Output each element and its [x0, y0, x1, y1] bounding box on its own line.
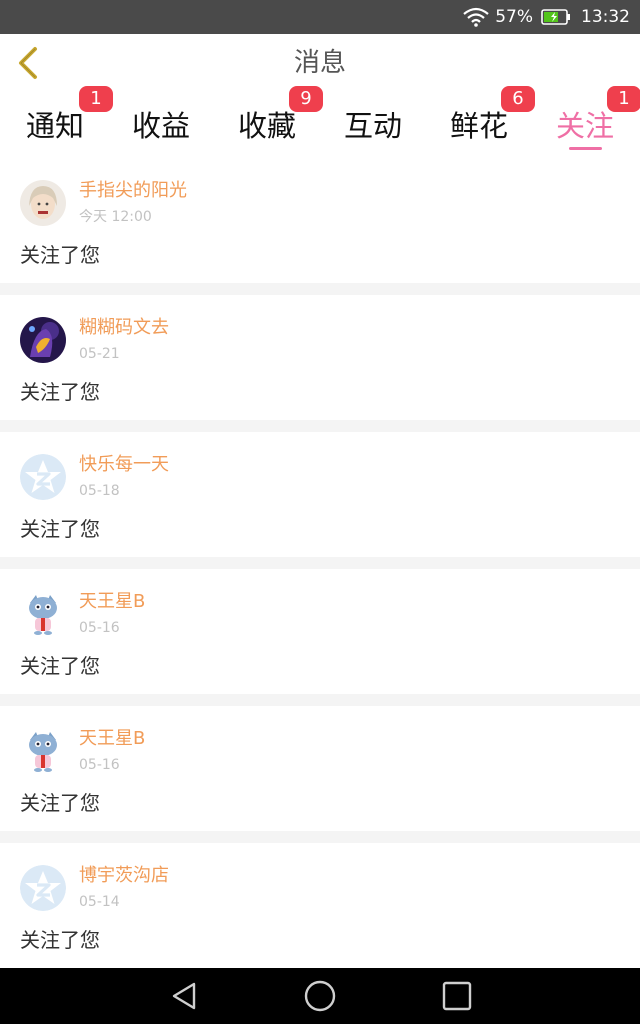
username-link[interactable]: 天王星B [79, 591, 145, 613]
status-time: 13:32 [581, 7, 630, 27]
timestamp: 05-16 [79, 757, 120, 773]
message-text: 关注了您 [20, 380, 100, 404]
back-triangle-icon [172, 982, 196, 1010]
tab-bar: 通知 1 收益 收藏 9 互动 鲜花 6 关注 1 [0, 86, 640, 158]
message-text: 关注了您 [20, 517, 100, 541]
message-text: 关注了您 [20, 791, 100, 815]
system-nav-bar [0, 968, 640, 1024]
tab-interactions[interactable]: 互动 [320, 92, 426, 158]
tab-flowers[interactable]: 鲜花 6 [426, 86, 535, 158]
status-bar: 57% 13:32 [0, 0, 640, 34]
list-item[interactable]: 快乐每一天 05-18 关注了您 [0, 432, 640, 557]
avatar[interactable] [20, 180, 66, 226]
list-item[interactable]: 天王星B 05-16 关注了您 [0, 706, 640, 831]
avatar[interactable] [20, 865, 66, 911]
wifi-icon [463, 7, 489, 27]
unread-badge: 6 [501, 86, 535, 112]
timestamp: 05-21 [79, 346, 120, 362]
list-item[interactable]: 天王星B 05-16 关注了您 [0, 569, 640, 694]
divider [0, 283, 640, 295]
unread-badge: 1 [607, 86, 640, 112]
tab-label: 收藏 [237, 108, 296, 143]
penguin-avatar-icon [20, 591, 66, 637]
list-item[interactable]: 手指尖的阳光 今天 12:00 关注了您 [0, 158, 640, 283]
list-item[interactable]: 糊糊码文去 05-21 关注了您 [0, 295, 640, 420]
tab-label: 鲜花 [449, 108, 508, 143]
message-text: 关注了您 [20, 654, 100, 678]
back-button[interactable] [8, 42, 48, 84]
avatar[interactable] [20, 454, 66, 500]
photo-avatar-icon [20, 180, 66, 226]
tab-label: 收益 [131, 108, 190, 143]
nav-home-button[interactable] [300, 978, 340, 1014]
divider [0, 831, 640, 843]
avatar[interactable] [20, 728, 66, 774]
active-tab-indicator [569, 147, 602, 150]
battery-icon [541, 9, 570, 25]
timestamp: 05-14 [79, 894, 120, 910]
top-bar: 消息 [0, 34, 640, 93]
divider [0, 420, 640, 432]
tab-follows[interactable]: 关注 1 [532, 86, 640, 158]
timestamp: 05-18 [79, 483, 120, 499]
tab-earnings[interactable]: 收益 [108, 92, 214, 158]
message-list[interactable]: 手指尖的阳光 今天 12:00 关注了您 糊糊码文去 05-21 关注了您 快乐… [0, 158, 640, 968]
tab-label: 互动 [343, 108, 402, 143]
default-star-avatar-icon [20, 865, 66, 911]
tab-label: 关注 [555, 108, 614, 143]
default-star-avatar-icon [20, 454, 66, 500]
penguin-avatar-icon [20, 728, 66, 774]
chevron-left-icon [19, 47, 37, 79]
list-item[interactable]: 博宇茨沟店 05-14 关注了您 [0, 843, 640, 968]
page-title: 消息 [293, 48, 346, 78]
avatar[interactable] [20, 317, 66, 363]
anime-avatar-icon [20, 317, 66, 363]
tab-notifications[interactable]: 通知 1 [2, 86, 113, 158]
username-link[interactable]: 博宇茨沟店 [79, 865, 169, 887]
tab-label: 通知 [25, 108, 84, 143]
message-text: 关注了您 [20, 243, 100, 267]
battery-percent: 57% [495, 7, 533, 27]
recents-square-icon [442, 981, 472, 1011]
timestamp: 今天 12:00 [79, 209, 152, 225]
username-link[interactable]: 糊糊码文去 [79, 317, 169, 339]
message-text: 关注了您 [20, 928, 100, 952]
username-link[interactable]: 手指尖的阳光 [79, 180, 187, 202]
home-circle-icon [304, 980, 336, 1012]
username-link[interactable]: 快乐每一天 [79, 454, 169, 476]
nav-recents-button[interactable] [436, 978, 476, 1014]
timestamp: 05-16 [79, 620, 120, 636]
nav-back-button[interactable] [164, 978, 204, 1014]
username-link[interactable]: 天王星B [79, 728, 145, 750]
unread-badge: 9 [289, 86, 323, 112]
divider [0, 694, 640, 706]
tab-favorites[interactable]: 收藏 9 [214, 86, 323, 158]
divider [0, 557, 640, 569]
avatar[interactable] [20, 591, 66, 637]
